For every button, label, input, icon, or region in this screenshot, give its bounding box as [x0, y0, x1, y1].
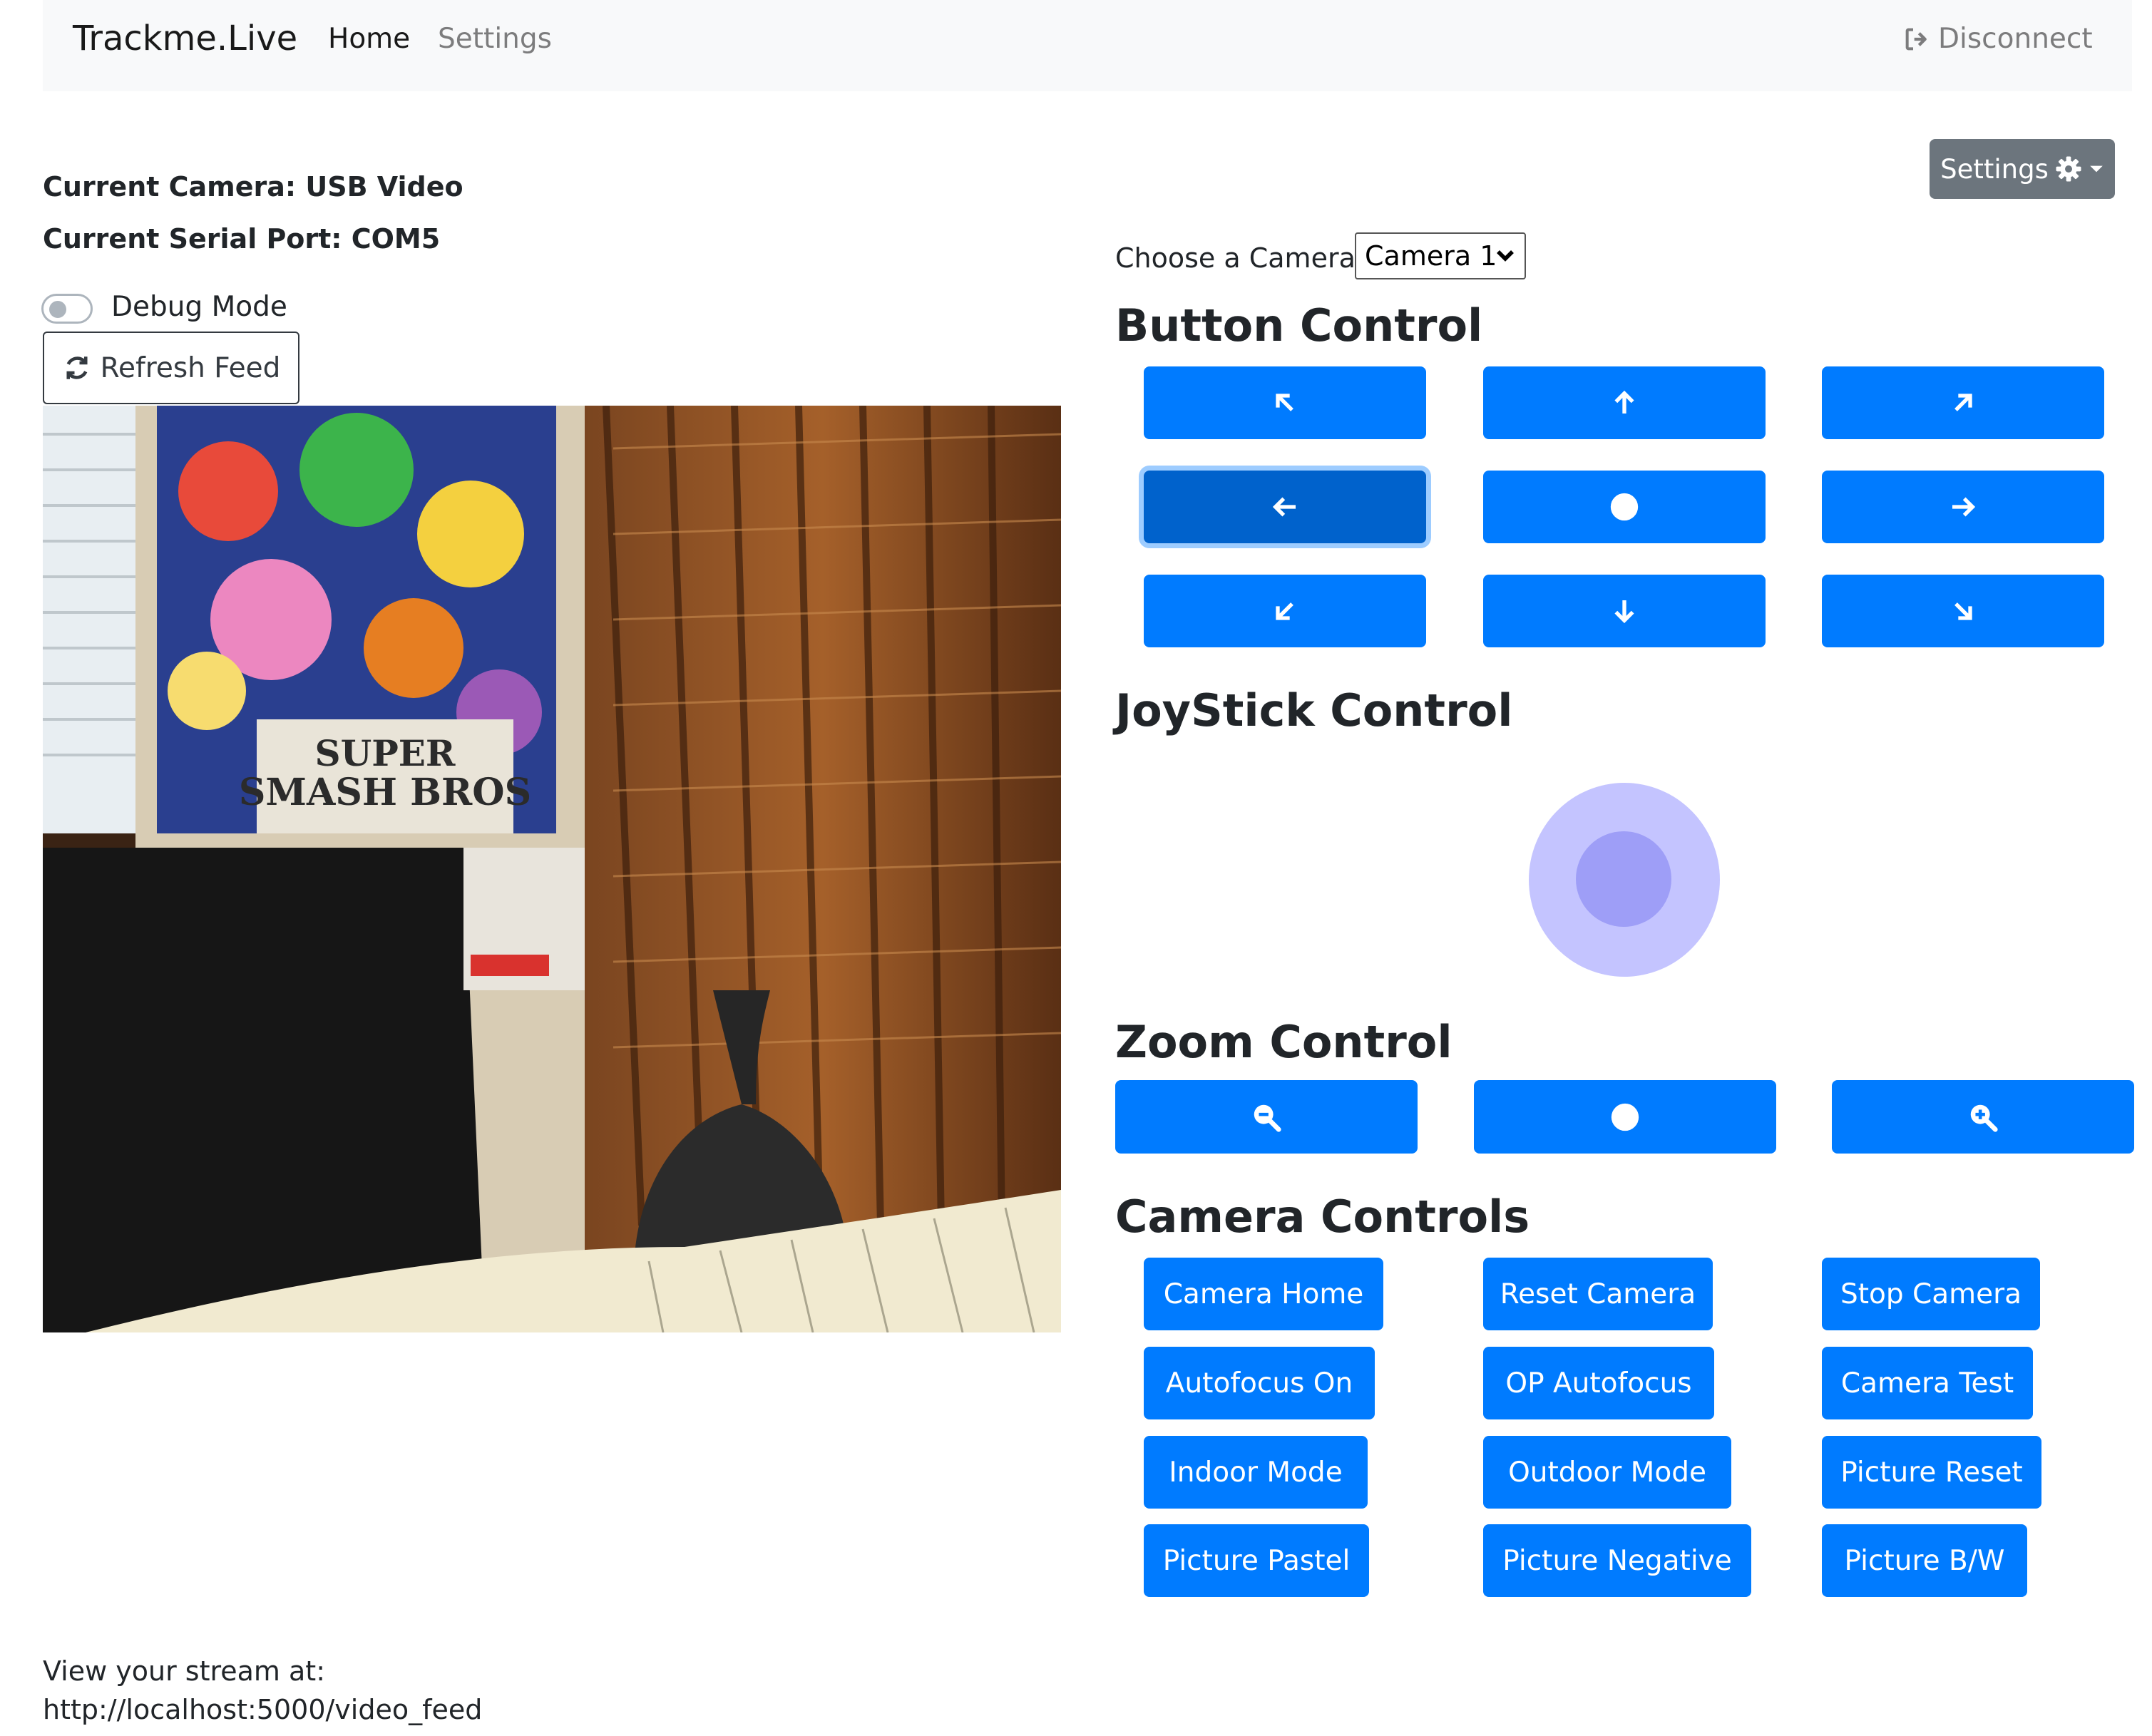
move-up-button[interactable] — [1483, 366, 1766, 439]
current-camera-text: Current Camera: USB Video — [43, 171, 463, 202]
stream-label: View your stream at: — [43, 1655, 326, 1687]
gear-icon — [2056, 156, 2081, 182]
zoom-control-heading: Zoom Control — [1115, 1016, 1452, 1068]
sign-out-icon — [1905, 28, 1927, 50]
nav-link-settings[interactable]: Settings — [438, 23, 552, 55]
picture-pastel-button[interactable]: Picture Pastel — [1144, 1524, 1369, 1597]
nav-link-home[interactable]: Home — [328, 23, 410, 55]
disconnect-link[interactable]: Disconnect — [1902, 23, 2093, 55]
camera-home-button[interactable]: Camera Home — [1144, 1258, 1383, 1330]
picture-negative-button[interactable]: Picture Negative — [1483, 1524, 1751, 1597]
refresh-icon — [66, 356, 88, 379]
arrow-up-left-icon — [1276, 394, 1293, 411]
arrow-down-left-icon — [1276, 602, 1293, 620]
zoom-in-button[interactable] — [1832, 1080, 2134, 1154]
circle-stop-icon — [1611, 1103, 1639, 1131]
chevron-down-icon — [1497, 250, 1514, 262]
arrow-up-icon — [1614, 390, 1634, 414]
joystick-control-heading: JoyStick Control — [1115, 684, 1513, 736]
zoom-in-icon — [1970, 1104, 1998, 1132]
move-down-right-button[interactable] — [1822, 575, 2104, 647]
camera-select-value: Camera 1 — [1365, 240, 1497, 272]
picture-reset-button[interactable]: Picture Reset — [1822, 1436, 2041, 1509]
joystick-handle[interactable] — [1576, 831, 1671, 927]
button-control-heading: Button Control — [1115, 299, 1483, 351]
picture-bw-button[interactable]: Picture B/W — [1822, 1524, 2027, 1597]
camera-test-button[interactable]: Camera Test — [1822, 1347, 2033, 1419]
current-serial-port-text: Current Serial Port: COM5 — [43, 223, 441, 255]
brand-logo[interactable]: Trackme.Live — [73, 19, 297, 58]
camera-controls-heading: Camera Controls — [1115, 1191, 1530, 1243]
toggle-knob — [49, 301, 66, 318]
zoom-out-button[interactable] — [1115, 1080, 1418, 1154]
move-up-left-button[interactable] — [1144, 366, 1426, 439]
autofocus-on-button[interactable]: Autofocus On — [1144, 1347, 1375, 1419]
arrow-down-icon — [1614, 600, 1634, 624]
reset-camera-button[interactable]: Reset Camera — [1483, 1258, 1713, 1330]
outdoor-mode-button[interactable]: Outdoor Mode — [1483, 1436, 1731, 1509]
zoom-out-icon — [1254, 1104, 1281, 1132]
choose-camera-label: Choose a Camera: — [1115, 242, 1365, 274]
video-feed-image: SUPER SMASH BROS — [43, 406, 1061, 1332]
caret-down-icon — [2090, 165, 2103, 173]
svg-text:SMASH BROS: SMASH BROS — [239, 771, 531, 814]
stream-url[interactable]: http://localhost:5000/video_feed — [43, 1694, 482, 1725]
move-down-left-button[interactable] — [1144, 575, 1426, 647]
camera-select[interactable]: Camera 1 — [1355, 232, 1526, 279]
disconnect-label: Disconnect — [1938, 23, 2093, 55]
move-left-button[interactable] — [1144, 471, 1426, 543]
settings-dropdown-button[interactable]: Settings — [1930, 139, 2115, 199]
arrow-right-icon — [1952, 497, 1976, 517]
video-feed: SUPER SMASH BROS — [43, 406, 1061, 1332]
settings-dropdown-label: Settings — [1940, 153, 2049, 185]
circle-stop-icon — [1610, 493, 1639, 521]
refresh-feed-button[interactable]: Refresh Feed — [43, 332, 299, 404]
move-right-button[interactable] — [1822, 471, 2104, 543]
debug-mode-label: Debug Mode — [111, 291, 287, 323]
indoor-mode-button[interactable]: Indoor Mode — [1144, 1436, 1368, 1509]
move-down-button[interactable] — [1483, 575, 1766, 647]
debug-mode-toggle[interactable] — [41, 294, 93, 324]
op-autofocus-button[interactable]: OP Autofocus — [1483, 1347, 1714, 1419]
arrow-up-right-icon — [1954, 394, 1972, 411]
stop-camera-button[interactable]: Stop Camera — [1822, 1258, 2040, 1330]
refresh-feed-label: Refresh Feed — [100, 351, 281, 384]
move-stop-button[interactable] — [1483, 471, 1766, 543]
svg-text:SUPER: SUPER — [315, 732, 456, 774]
arrow-left-icon — [1272, 497, 1296, 517]
move-up-right-button[interactable] — [1822, 366, 2104, 439]
arrow-down-right-icon — [1954, 602, 1972, 620]
zoom-stop-button[interactable] — [1474, 1080, 1776, 1154]
